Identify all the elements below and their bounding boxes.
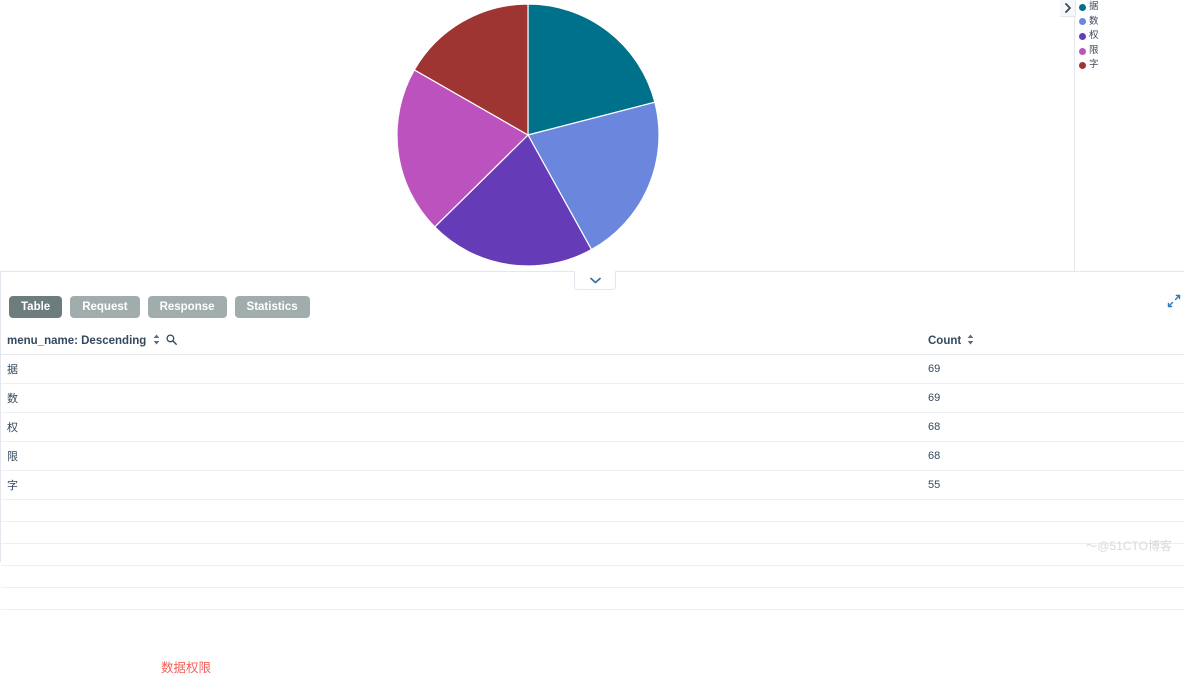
legend-color-swatch: [1079, 32, 1086, 40]
watermark: 〜@51CTO博客: [1085, 539, 1172, 553]
legend-divider: [1074, 0, 1075, 271]
sort-caret-icon[interactable]: [967, 334, 974, 348]
cell-count: 68: [922, 441, 1184, 471]
legend-color-swatch: [1079, 18, 1086, 26]
chart-legend: 据数权限字: [1076, 0, 1182, 73]
legend-item[interactable]: 限: [1076, 44, 1182, 59]
chart-panel: 据数权限字: [0, 0, 1184, 272]
table-row-empty: [1, 587, 1184, 610]
cell-menu-name: 数: [1, 383, 922, 413]
legend-color-swatch: [1079, 3, 1086, 11]
table-row-empty: [1, 499, 1184, 522]
tab-statistics[interactable]: Statistics: [234, 296, 310, 318]
tab-table[interactable]: Table: [9, 296, 63, 318]
pie-chart-svg: [396, 3, 660, 267]
column-header-count-label: Count: [928, 335, 962, 348]
legend-item[interactable]: 字: [1076, 58, 1182, 73]
table-body: 据 69 数 69 权 68 限 68 字 55: [1, 354, 1184, 610]
results-tabs: Table Request Response Statistics: [9, 296, 310, 318]
legend-color-swatch: [1079, 47, 1086, 55]
cell-empty: [1, 521, 922, 544]
table-row[interactable]: 限 68: [1, 441, 1184, 471]
table-row[interactable]: 权 68: [1, 412, 1184, 442]
cell-empty: [1, 499, 922, 522]
cell-count: 55: [922, 470, 1184, 500]
table-row[interactable]: 据 69: [1, 354, 1184, 384]
cell-menu-name: 字: [1, 470, 922, 500]
legend-item-label: 字: [1089, 59, 1099, 71]
tab-response[interactable]: Response: [147, 296, 227, 318]
legend-color-swatch: [1079, 62, 1086, 70]
legend-item[interactable]: 数: [1076, 15, 1182, 30]
cell-empty: [1, 587, 922, 610]
results-table: menu_name: Descending Count 据 69 数 69 权 …: [1, 330, 1184, 610]
cell-empty: [1, 565, 922, 588]
cell-empty: [922, 587, 1184, 610]
legend-item-label: 限: [1089, 44, 1099, 56]
results-panel: Table Request Response Statistics menu_name…: [0, 272, 1184, 675]
cell-menu-name: 据: [1, 354, 922, 384]
table-header-row: menu_name: Descending Count: [1, 330, 1184, 355]
pie-chart-canvas: [0, 0, 1074, 271]
expand-panel-button[interactable]: [1167, 294, 1181, 308]
table-row-empty: [1, 565, 1184, 588]
table-row-empty: [1, 543, 1184, 566]
cell-empty: [922, 499, 1184, 522]
table-row[interactable]: 字 55: [1, 470, 1184, 500]
legend-item[interactable]: 据: [1076, 0, 1182, 15]
expand-arrows-icon: [1167, 294, 1181, 312]
cell-count: 69: [922, 383, 1184, 413]
column-header-count[interactable]: Count: [922, 330, 1184, 355]
cell-empty: [1, 543, 922, 566]
legend-item-label: 权: [1089, 30, 1099, 42]
legend-item[interactable]: 权: [1076, 29, 1182, 44]
table-head: menu_name: Descending Count: [1, 330, 1184, 355]
table-row-empty: [1, 521, 1184, 544]
legend-item-label: 据: [1089, 1, 1099, 12]
cell-empty: [922, 565, 1184, 588]
chart-collapse-handle[interactable]: [574, 271, 616, 290]
search-icon[interactable]: [166, 334, 177, 348]
legend-collapse-toggle[interactable]: [1060, 0, 1076, 17]
cell-menu-name: 限: [1, 441, 922, 471]
legend-item-label: 数: [1089, 15, 1099, 27]
cell-menu-name: 权: [1, 412, 922, 442]
annotation-label: 数据权限: [161, 661, 212, 675]
chevron-right-icon: [1064, 3, 1072, 13]
cell-count: 69: [922, 354, 1184, 384]
tab-request[interactable]: Request: [70, 296, 140, 318]
column-header-menu-name[interactable]: menu_name: Descending: [1, 330, 922, 355]
column-header-menu-name-label: menu_name: Descending: [7, 335, 147, 348]
cell-count: 68: [922, 412, 1184, 442]
table-row[interactable]: 数 69: [1, 383, 1184, 413]
sort-caret-icon[interactable]: [153, 334, 160, 348]
pie-chart[interactable]: [395, 2, 661, 268]
chevron-down-icon: [589, 271, 601, 289]
